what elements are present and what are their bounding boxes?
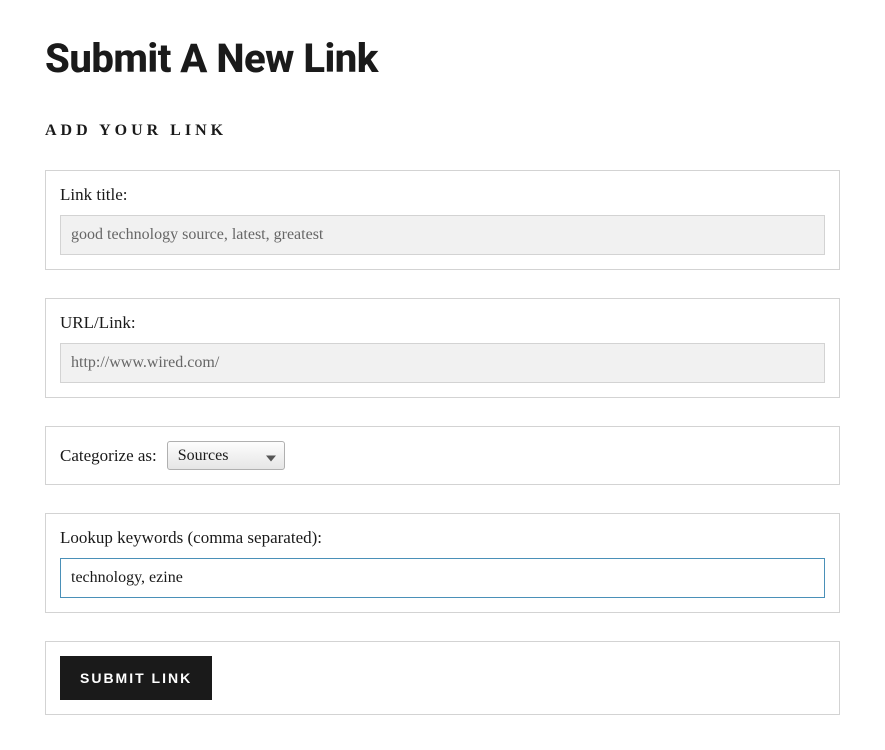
- keywords-input[interactable]: [60, 558, 825, 598]
- page-title: Submit A New Link: [45, 35, 840, 82]
- url-box: URL/Link:: [45, 298, 840, 398]
- link-title-label: Link title:: [60, 185, 825, 205]
- category-select[interactable]: Sources: [167, 441, 285, 470]
- url-label: URL/Link:: [60, 313, 825, 333]
- section-heading: ADD YOUR LINK: [45, 122, 840, 140]
- keywords-box: Lookup keywords (comma separated):: [45, 513, 840, 613]
- submit-button[interactable]: SUBMIT LINK: [60, 656, 212, 700]
- category-box: Categorize as: Sources: [45, 426, 840, 485]
- keywords-label: Lookup keywords (comma separated):: [60, 528, 825, 548]
- category-label: Categorize as:: [60, 446, 157, 466]
- link-title-input[interactable]: [60, 215, 825, 255]
- url-input[interactable]: [60, 343, 825, 383]
- link-title-box: Link title:: [45, 170, 840, 270]
- submit-row: SUBMIT LINK: [45, 641, 840, 715]
